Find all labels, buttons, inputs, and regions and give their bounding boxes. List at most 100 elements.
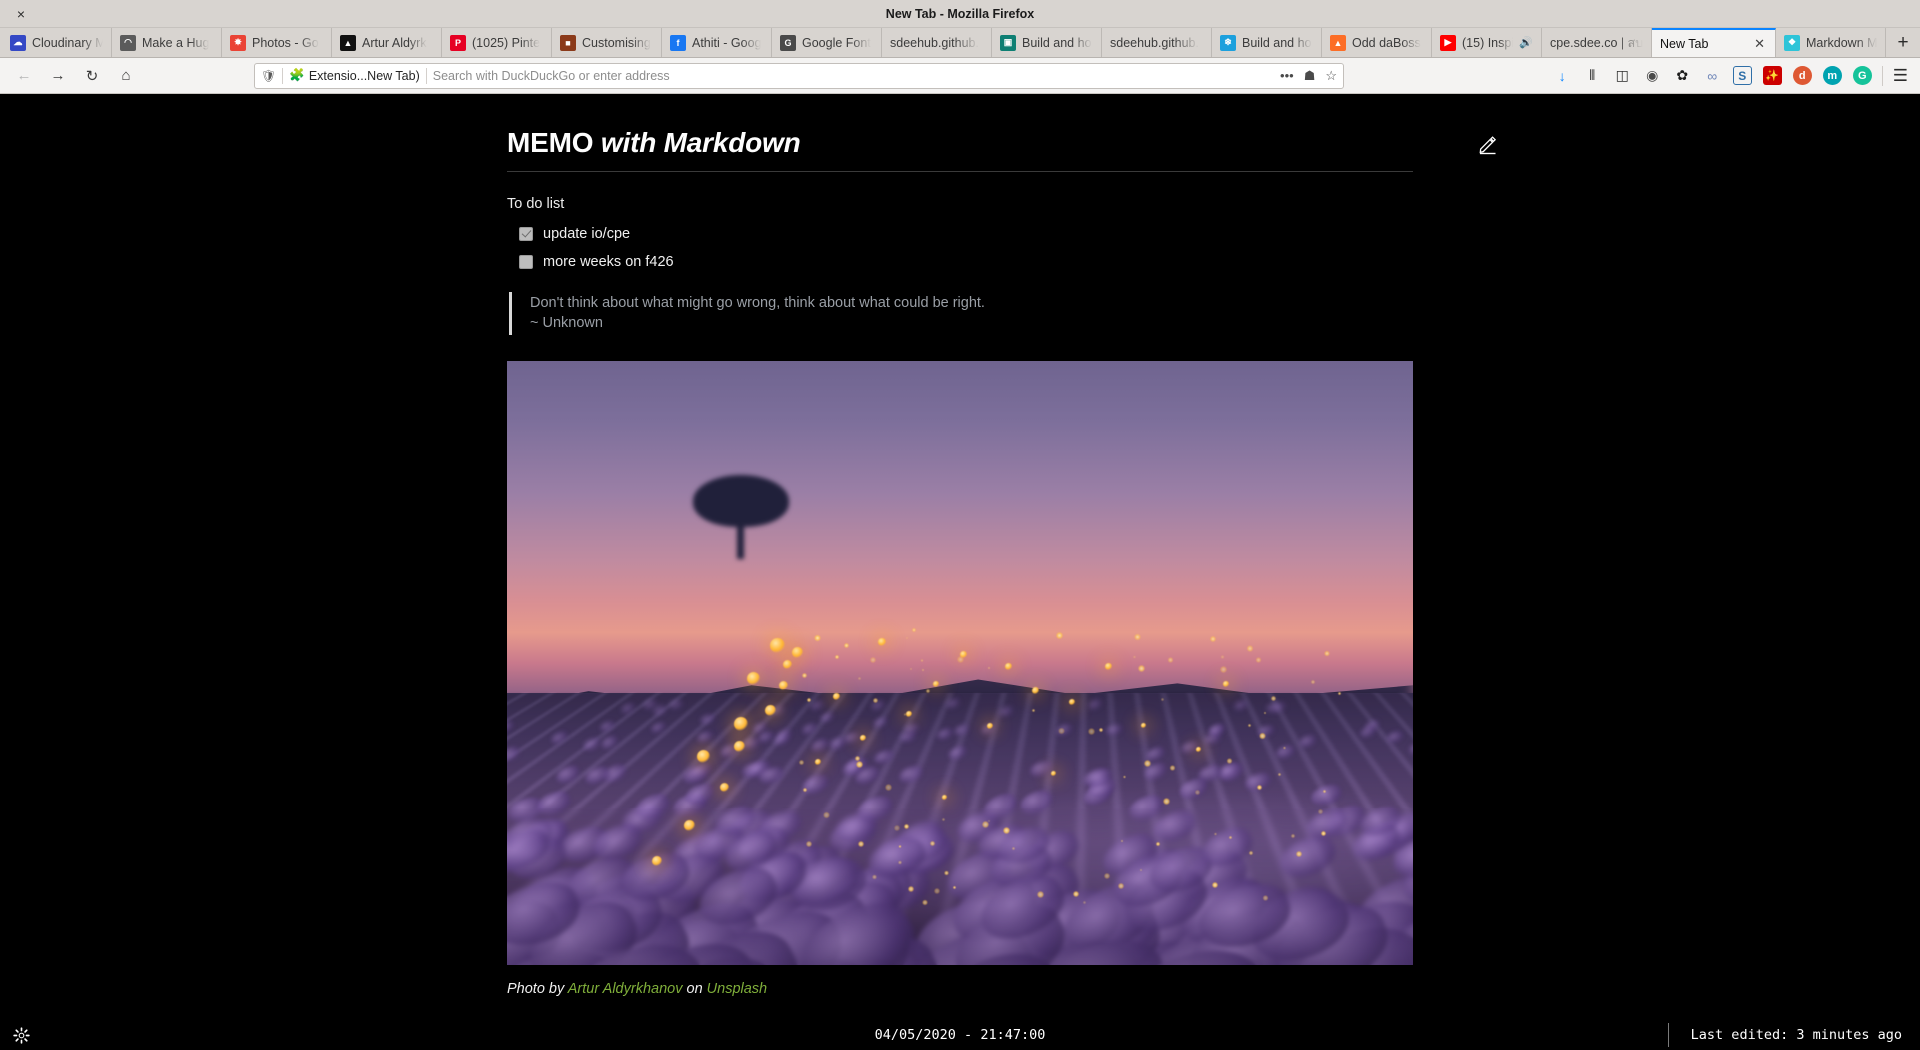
string-light xyxy=(1262,895,1269,901)
checkbox-unchecked[interactable] xyxy=(519,255,533,269)
shield-icon[interactable]: 🛡 xyxy=(261,69,276,83)
downloads-icon[interactable]: ↓ xyxy=(1553,66,1572,85)
gnome-extension-icon[interactable]: ✿ xyxy=(1673,66,1692,85)
tab-audio-icon[interactable]: 🔊 xyxy=(1519,36,1533,49)
new-tab-button[interactable]: + xyxy=(1886,28,1920,57)
duckduckgo-icon[interactable]: d xyxy=(1792,66,1812,85)
string-light xyxy=(1134,634,1141,641)
account-icon[interactable]: ◉ xyxy=(1643,66,1662,85)
sidebar-icon[interactable]: ◫ xyxy=(1613,66,1632,85)
facebook-icon: f xyxy=(670,34,686,51)
back-button[interactable]: ← xyxy=(8,61,40,91)
browser-tab[interactable]: ■ Customising xyxy=(552,28,662,57)
browser-tab[interactable]: ❄ Build and ho xyxy=(1212,28,1322,57)
window-close-button[interactable]: × xyxy=(6,0,36,28)
bokeh-light xyxy=(733,716,748,731)
tab-label: (15) Inspi xyxy=(1462,35,1514,50)
quote-author: ~ Unknown xyxy=(530,315,603,332)
bokeh-light xyxy=(683,819,695,831)
string-light xyxy=(802,673,807,678)
cloudinary-icon: ☁ xyxy=(10,34,26,51)
string-light xyxy=(1220,666,1227,673)
string-light xyxy=(1139,868,1142,872)
string-light xyxy=(814,634,821,641)
quote-text: Don't think about what might go wrong, t… xyxy=(530,295,985,311)
browser-tab[interactable]: cpe.sdee.co | สบ xyxy=(1542,28,1652,57)
browser-tab[interactable]: sdeehub.github. xyxy=(1102,28,1212,57)
string-light xyxy=(855,761,863,768)
quote-block: Don't think about what might go wrong, t… xyxy=(509,292,1413,335)
string-light xyxy=(1270,696,1276,702)
browser-tab[interactable]: ◠ Make a Hug xyxy=(112,28,222,57)
forward-button[interactable]: → xyxy=(42,61,74,91)
address-bar[interactable]: 🛡 🧩 Extensio...New Tab) Search with Duck… xyxy=(254,62,1344,89)
page-actions-icon[interactable]: ••• xyxy=(1280,68,1294,83)
navigation-toolbar: ← → ↻ ⌂ 🛡 🧩 Extensio...New Tab) Search w… xyxy=(0,58,1920,94)
home-button[interactable]: ⌂ xyxy=(110,61,142,91)
string-light xyxy=(1118,883,1124,889)
todo-item[interactable]: update io/cpe xyxy=(519,226,1413,242)
caption-prefix: Photo by xyxy=(507,980,565,997)
star-icon[interactable]: ☆ xyxy=(1325,68,1337,84)
stylus-icon[interactable]: S xyxy=(1732,66,1752,85)
string-light xyxy=(823,811,830,819)
browser-tab[interactable]: f Athiti - Goog xyxy=(662,28,772,57)
string-light xyxy=(805,840,812,847)
library-icon[interactable]: ⦀ xyxy=(1583,66,1602,85)
string-light xyxy=(1259,732,1266,739)
browser-tab[interactable]: ☁ Cloudinary M xyxy=(2,28,112,57)
browser-tab-active[interactable]: New Tab ✕ xyxy=(1652,28,1776,57)
checkbox-checked[interactable] xyxy=(519,227,533,241)
string-light xyxy=(920,659,924,662)
bokeh-light xyxy=(778,680,788,690)
pocket-icon[interactable]: ☗ xyxy=(1304,68,1316,84)
todo-item-label: more weeks on f426 xyxy=(543,254,674,270)
string-light xyxy=(905,636,908,639)
browser-tab[interactable]: ▶ (15) Inspi 🔊 xyxy=(1432,28,1542,57)
page-content: MEMO with Markdown To do list update io/… xyxy=(0,95,1920,1020)
string-light xyxy=(1246,645,1254,652)
browser-tab[interactable]: ✸ Photos - Go xyxy=(222,28,332,57)
gitlab-icon: ▲ xyxy=(1330,34,1346,51)
todo-item[interactable]: more weeks on f426 xyxy=(519,254,1413,270)
tab-close-icon[interactable]: ✕ xyxy=(1752,37,1767,50)
string-light xyxy=(1194,789,1200,795)
browser-tab[interactable]: sdeehub.github. xyxy=(882,28,992,57)
bokeh-light xyxy=(1005,662,1013,670)
extension-chip[interactable]: 🧩 Extensio...New Tab) xyxy=(289,68,420,83)
string-light xyxy=(898,860,902,865)
browser-tab[interactable]: ▲ Odd daBoss xyxy=(1322,28,1432,57)
reload-button[interactable]: ↻ xyxy=(76,61,108,91)
browser-tab[interactable]: G Google Font xyxy=(772,28,882,57)
browser-tab[interactable]: ❖ Markdown M xyxy=(1776,28,1886,57)
browser-tab[interactable]: P (1025) Pinte xyxy=(442,28,552,57)
pencil-icon[interactable] xyxy=(1477,133,1499,155)
puzzle-icon: 🧩 xyxy=(289,68,305,82)
string-light xyxy=(857,841,864,847)
tab-label: Markdown M xyxy=(1806,35,1877,50)
magic-wand-icon[interactable]: ✨ xyxy=(1762,66,1782,85)
string-light xyxy=(909,667,912,671)
string-light xyxy=(1220,655,1224,659)
page-title: MEMO with Markdown xyxy=(507,127,1413,172)
address-input-placeholder[interactable]: Search with DuckDuckGo or enter address xyxy=(433,69,1274,83)
caption-source-link[interactable]: Unsplash xyxy=(707,981,767,997)
link-preview-icon[interactable]: ∞ xyxy=(1703,66,1722,85)
mastodon-icon[interactable]: m xyxy=(1822,66,1842,85)
tab-label: Photos - Go xyxy=(252,35,319,50)
string-light xyxy=(798,759,804,765)
grammarly-icon[interactable]: G xyxy=(1852,66,1872,85)
browser-tab[interactable]: ▲ Artur Aldyrk xyxy=(332,28,442,57)
browser-tab[interactable]: ▣ Build and ho xyxy=(992,28,1102,57)
tab-label: Artur Aldyrk xyxy=(362,35,427,50)
caption-mid: on xyxy=(686,980,703,997)
gear-icon[interactable] xyxy=(0,1026,42,1044)
caption-author-link[interactable]: Artur Aldyrkhanov xyxy=(568,981,683,997)
app-menu-button[interactable]: ☰ xyxy=(1889,66,1912,86)
tab-label: Athiti - Goog xyxy=(692,35,762,50)
string-light xyxy=(898,845,902,848)
string-light xyxy=(858,677,861,680)
markdown-memo-icon: ❖ xyxy=(1784,34,1800,51)
string-light xyxy=(1318,809,1323,814)
string-light xyxy=(942,818,945,821)
